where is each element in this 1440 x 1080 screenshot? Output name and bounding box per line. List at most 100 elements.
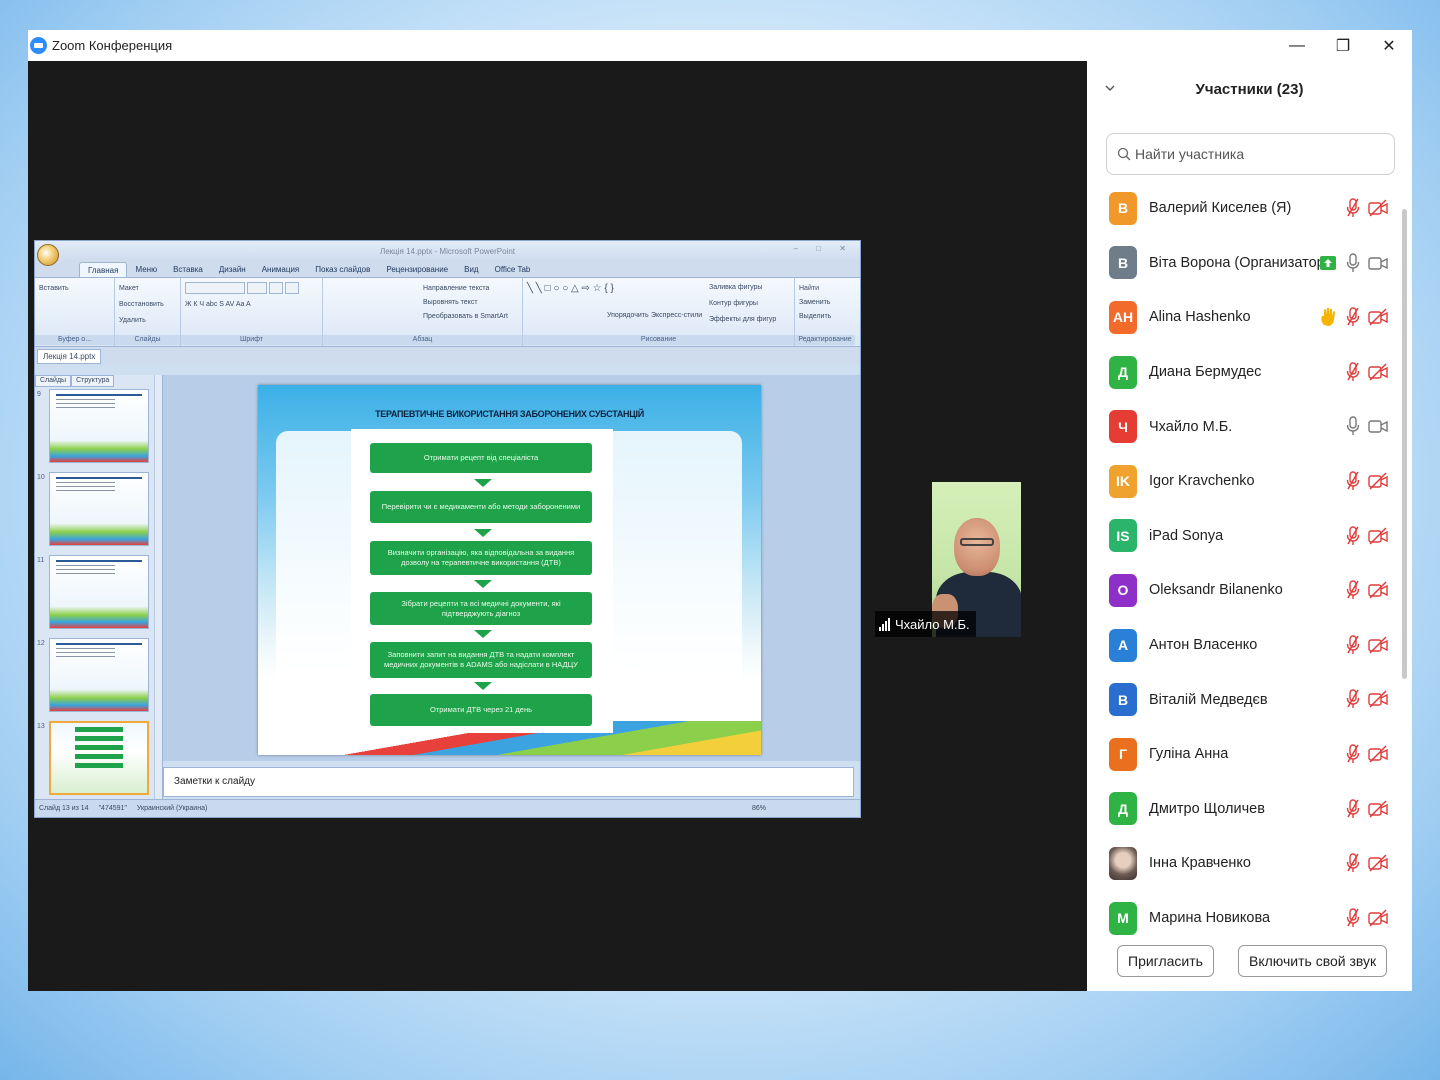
mic-muted-icon[interactable]	[1345, 836, 1361, 890]
status-language: Украинский (Украина)	[136, 805, 208, 812]
mic-muted-icon[interactable]	[1345, 727, 1361, 781]
video-off-icon[interactable]	[1368, 563, 1388, 617]
participant-name: Alina Hashenko	[1149, 309, 1251, 326]
select-label: Выделить	[799, 313, 832, 320]
notes-placeholder: Заметки к слайду	[174, 776, 255, 787]
slide-thumbnail	[49, 389, 149, 463]
signal-icon	[879, 617, 890, 631]
participant-row[interactable]: O Oleksandr Bilanenko	[1087, 563, 1402, 618]
flow-arrow-icon	[474, 529, 492, 537]
video-off-icon[interactable]	[1368, 727, 1388, 781]
slide-thumbnail-active	[49, 721, 149, 795]
unmute-button[interactable]: Включить свой звук	[1238, 945, 1388, 977]
shared-screen[interactable]: Лекція 14.pptx - Microsoft PowerPoint ‒ …	[34, 240, 861, 818]
participant-row[interactable]: В Віта Ворона (Организатор)	[1087, 236, 1402, 291]
close-button[interactable]: ✕	[1366, 30, 1412, 61]
reset-label: Восстановить	[119, 301, 164, 308]
search-icon	[1117, 147, 1131, 161]
video-off-icon[interactable]	[1368, 509, 1388, 563]
ribbon-group-editing: Найти Заменить Выделить Редактирование	[795, 278, 855, 346]
video-off-icon[interactable]	[1368, 672, 1388, 726]
participant-row[interactable]: А Антон Власенко	[1087, 618, 1402, 673]
mic-icon[interactable]	[1345, 399, 1361, 453]
participant-avatar: IK	[1109, 464, 1137, 498]
video-off-icon[interactable]	[1368, 290, 1388, 344]
ppt-title-bar: Лекція 14.pptx - Microsoft PowerPoint ‒ …	[35, 241, 860, 266]
participant-row[interactable]: Г Гуліна Анна	[1087, 727, 1402, 782]
mic-muted-icon[interactable]	[1345, 345, 1361, 399]
video-off-icon[interactable]	[1368, 836, 1388, 890]
participant-row[interactable]: В Віталій Медведєв	[1087, 672, 1402, 727]
slide-thumb-row: 9	[35, 387, 162, 470]
flow-step-5: Заповнити запит на видання ДТВ та надати…	[370, 642, 592, 678]
ppt-tab-review: Рецензирование	[386, 265, 449, 274]
participant-row[interactable]: Інна Кравченко	[1087, 836, 1402, 891]
participant-search[interactable]	[1106, 133, 1395, 175]
participant-row[interactable]: Д Дмитро Щоличев	[1087, 782, 1402, 837]
participant-name: Диана Бермудес	[1149, 364, 1262, 381]
outline-tab: Структура	[71, 375, 115, 387]
slides-pane: Слайды Структура 9 10 11 12 13	[35, 375, 163, 801]
flowchart: Отримати рецепт від спеціаліста Перевіри…	[351, 429, 613, 733]
video-off-icon[interactable]	[1368, 181, 1388, 235]
mic-muted-icon[interactable]	[1345, 290, 1361, 344]
invite-button[interactable]: Пригласить	[1117, 945, 1214, 977]
mic-muted-icon[interactable]	[1345, 618, 1361, 672]
group-label-editing: Редактирование	[795, 335, 855, 345]
ppt-status-bar: Слайд 13 из 14 "474591" Украинский (Укра…	[35, 799, 860, 817]
arrange-label: Упорядочить	[607, 312, 649, 319]
participant-row[interactable]: IS iPad Sonya	[1087, 509, 1402, 564]
participant-avatar: Ч	[1109, 410, 1137, 444]
status-slide: Слайд 13 из 14	[39, 805, 89, 812]
group-label-clipboard: Буфер о...	[35, 335, 114, 345]
search-input[interactable]	[1135, 146, 1375, 162]
fill-label: Заливка фигуры	[709, 284, 763, 291]
window-controls: — ❐ ✕	[1274, 30, 1412, 61]
participant-avatar: Д	[1109, 792, 1137, 826]
mic-muted-icon[interactable]	[1345, 509, 1361, 563]
participants-scrollbar[interactable]	[1402, 209, 1407, 679]
office-button-icon	[37, 244, 59, 266]
participant-row[interactable]: IK Igor Kravchenko	[1087, 454, 1402, 509]
mic-muted-icon[interactable]	[1345, 181, 1361, 235]
status-theme: "474591"	[98, 805, 127, 812]
mic-icon[interactable]	[1345, 236, 1361, 290]
video-icon[interactable]	[1368, 399, 1388, 453]
participant-name: Віталій Медведєв	[1149, 691, 1268, 708]
ppt-ribbon-tabs: Главная Меню Вставка Дизайн Анимация Пок…	[35, 261, 860, 277]
mic-muted-icon[interactable]	[1345, 454, 1361, 508]
video-name-label: Чхайло М.Б.	[875, 611, 976, 637]
mic-muted-icon[interactable]	[1345, 672, 1361, 726]
video-off-icon[interactable]	[1368, 618, 1388, 672]
mic-muted-icon[interactable]	[1345, 563, 1361, 617]
mic-muted-icon[interactable]	[1345, 782, 1361, 836]
ribbon-group-slides: Макет Восстановить Удалить Слайды	[115, 278, 181, 346]
ppt-tab-design: Дизайн	[218, 265, 246, 274]
group-label-drawing: Рисование	[523, 335, 794, 345]
ppt-tab-animation: Анимация	[261, 265, 300, 274]
video-icon[interactable]	[1368, 236, 1388, 290]
participant-row[interactable]: В Валерий Киселев (Я)	[1087, 181, 1402, 236]
ppt-tab-home: Главная	[79, 262, 128, 277]
participant-row[interactable]: Ч Чхайло М.Б.	[1087, 399, 1402, 454]
video-off-icon[interactable]	[1368, 345, 1388, 399]
video-off-icon[interactable]	[1368, 454, 1388, 508]
slide-thumb-row: 10	[35, 470, 162, 553]
slide-editor: ТЕРАПЕВТИЧНЕ ВИКОРИСТАННЯ ЗАБОРОНЕНИХ СУ…	[163, 375, 860, 761]
participant-name: Інна Кравченко	[1149, 855, 1251, 872]
restore-button[interactable]: ❐	[1320, 30, 1366, 61]
participant-row[interactable]: АН Alina Hashenko	[1087, 290, 1402, 345]
participant-avatar: А	[1109, 628, 1137, 662]
minimize-button[interactable]: —	[1274, 30, 1320, 61]
thumb-number: 13	[37, 723, 45, 730]
ppt-ribbon: Вставить Буфер о... Макет Восстановить У…	[35, 277, 860, 389]
meeting-stage: Лекція 14.pptx - Microsoft PowerPoint ‒ …	[28, 61, 1087, 991]
video-person-head	[954, 518, 1000, 576]
video-off-icon[interactable]	[1368, 782, 1388, 836]
thumb-number: 12	[37, 640, 45, 647]
participant-name: Гуліна Анна	[1149, 746, 1229, 763]
app-title: Zoom Конференция	[52, 38, 173, 53]
ppt-tab-slideshow: Показ слайдов	[315, 265, 371, 274]
participant-row[interactable]: Д Диана Бермудес	[1087, 345, 1402, 400]
participant-avatar: В	[1109, 683, 1137, 717]
